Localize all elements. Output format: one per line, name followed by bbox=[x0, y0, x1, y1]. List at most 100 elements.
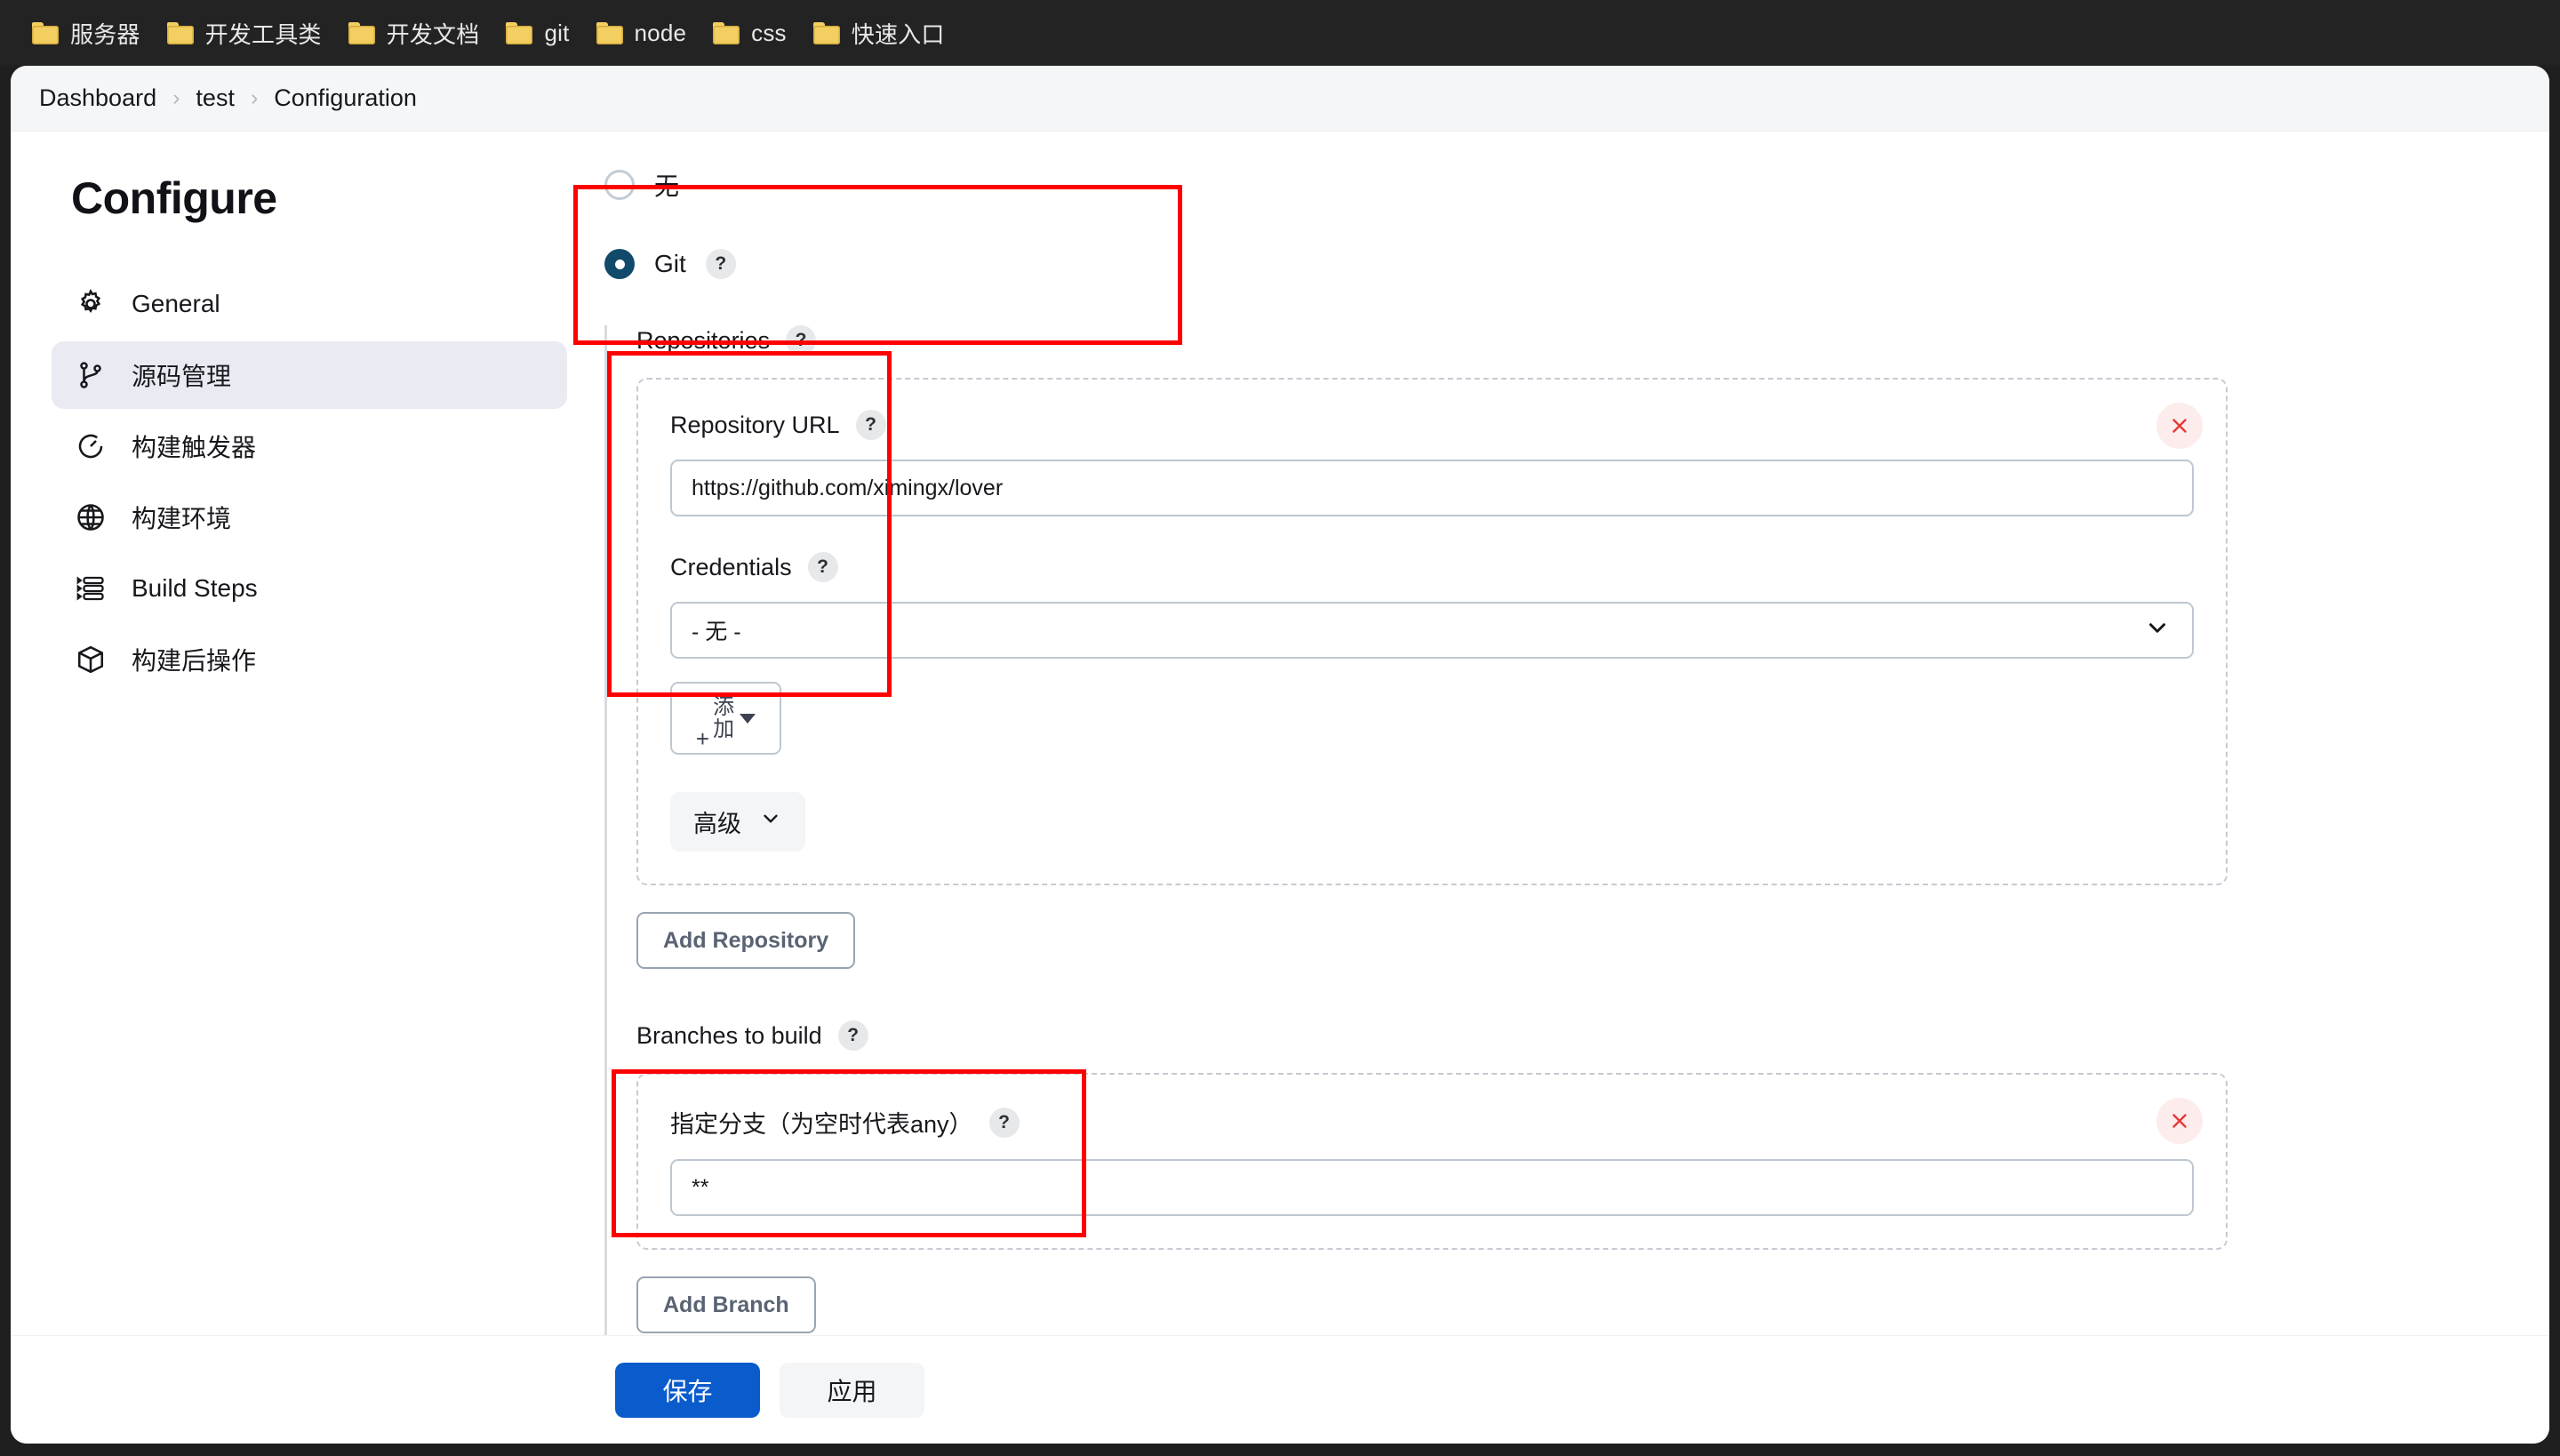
help-icon[interactable]: ? bbox=[808, 552, 838, 582]
radio-button-none[interactable] bbox=[604, 170, 635, 200]
scm-main-panel: 无 Git ? Repositories ? bbox=[580, 132, 2549, 1335]
help-icon[interactable]: ? bbox=[838, 1020, 868, 1051]
add-credential-label: 添 加 bbox=[713, 696, 734, 740]
browser-bookmarks-bar: 服务器 开发工具类 开发文档 git node css 快速入口 bbox=[0, 0, 2560, 66]
clock-icon bbox=[73, 428, 108, 464]
bookmark-label: 开发工具类 bbox=[205, 17, 322, 50]
advanced-toggle-button[interactable]: 高级 bbox=[670, 792, 805, 852]
repository-url-input[interactable] bbox=[670, 460, 2194, 516]
advanced-label: 高级 bbox=[693, 804, 741, 839]
credentials-select-wrap: - 无 - bbox=[670, 602, 2194, 659]
bookmark-label: git bbox=[544, 20, 569, 47]
branch-specifier-input[interactable] bbox=[670, 1159, 2194, 1216]
delete-branch-button[interactable] bbox=[2156, 1098, 2203, 1144]
page-card: Dashboard › test › Configuration Configu… bbox=[11, 66, 2549, 1444]
folder-icon bbox=[596, 22, 623, 44]
git-config-section: Repositories ? Repository URL ? bbox=[604, 325, 2549, 1369]
bookmark-folder[interactable]: 开发工具类 bbox=[155, 12, 336, 55]
add-credential-label-line2: 加 bbox=[713, 718, 734, 740]
add-credential-button[interactable]: + 添 加 bbox=[670, 682, 781, 755]
radio-label-none: 无 bbox=[654, 167, 679, 203]
sidebar-item-label: Build Steps bbox=[132, 574, 258, 603]
folder-icon bbox=[32, 22, 59, 44]
breadcrumb-item-configuration[interactable]: Configuration bbox=[274, 84, 417, 112]
repositories-label: Repositories bbox=[636, 327, 770, 355]
form-footer: 保存 应用 bbox=[11, 1335, 2549, 1444]
credentials-label-row: Credentials ? bbox=[670, 552, 2194, 582]
bookmark-folder[interactable]: 服务器 bbox=[20, 12, 155, 55]
folder-icon bbox=[813, 22, 840, 44]
branch-specifier-label-row: 指定分支（为空时代表any） ? bbox=[670, 1105, 2194, 1140]
add-branch-button[interactable]: Add Branch bbox=[636, 1276, 816, 1333]
sidebar-item-label: 构建触发器 bbox=[132, 428, 256, 464]
sidebar-item-label: General bbox=[132, 290, 220, 318]
branches-label-row: Branches to build ? bbox=[636, 1020, 2549, 1051]
sidebar-item-build-triggers[interactable]: 构建触发器 bbox=[52, 412, 567, 480]
bookmark-label: 服务器 bbox=[70, 17, 140, 50]
repository-url-label-row: Repository URL ? bbox=[670, 410, 2194, 440]
folder-icon bbox=[506, 22, 532, 44]
sidebar-item-general[interactable]: General bbox=[52, 270, 567, 338]
folder-icon bbox=[713, 22, 740, 44]
globe-icon bbox=[73, 500, 108, 535]
apply-button[interactable]: 应用 bbox=[780, 1363, 924, 1418]
source-branch-icon bbox=[73, 357, 108, 393]
bookmark-folder[interactable]: css bbox=[700, 14, 801, 52]
bookmark-folder[interactable]: git bbox=[493, 14, 583, 52]
bookmark-label: node bbox=[635, 20, 687, 47]
chevron-down-icon bbox=[759, 807, 782, 836]
bookmark-folder[interactable]: 开发文档 bbox=[336, 12, 494, 55]
radio-button-git[interactable] bbox=[604, 249, 635, 279]
sidebar-item-label: 源码管理 bbox=[132, 357, 231, 393]
chevron-right-icon: › bbox=[251, 85, 258, 111]
bookmark-label: 快速入口 bbox=[852, 17, 945, 50]
sidebar-item-source-control[interactable]: 源码管理 bbox=[52, 341, 567, 409]
branch-panel: 指定分支（为空时代表any） ? bbox=[636, 1073, 2228, 1250]
help-icon[interactable]: ? bbox=[786, 325, 816, 356]
plus-icon: + bbox=[696, 725, 709, 753]
page-title: Configure bbox=[52, 172, 580, 224]
bookmark-label: css bbox=[751, 20, 787, 47]
folder-icon bbox=[348, 22, 375, 44]
list-steps-icon bbox=[73, 571, 108, 606]
caret-down-icon bbox=[740, 714, 756, 724]
credentials-label: Credentials bbox=[670, 554, 792, 581]
repository-panel: Repository URL ? Credentials ? - 无 - bbox=[636, 378, 2228, 885]
repositories-label-row: Repositories ? bbox=[636, 325, 2549, 356]
branch-specifier-label: 指定分支（为空时代表any） bbox=[670, 1105, 973, 1140]
bookmark-folder[interactable]: 快速入口 bbox=[801, 12, 959, 55]
close-icon bbox=[2168, 1109, 2191, 1132]
breadcrumb: Dashboard › test › Configuration bbox=[11, 66, 2549, 132]
folder-icon bbox=[167, 22, 194, 44]
package-icon bbox=[73, 642, 108, 677]
gear-icon bbox=[73, 286, 108, 322]
help-icon[interactable]: ? bbox=[989, 1108, 1020, 1138]
radio-label-git: Git bbox=[654, 250, 686, 278]
bookmark-folder[interactable]: node bbox=[584, 14, 701, 52]
bookmark-label: 开发文档 bbox=[387, 17, 480, 50]
configure-sidebar: Configure General bbox=[11, 132, 580, 1335]
scm-option-none[interactable]: 无 bbox=[604, 167, 2549, 203]
breadcrumb-item-test[interactable]: test bbox=[196, 84, 235, 112]
chevron-right-icon: › bbox=[172, 85, 180, 111]
scm-option-git[interactable]: Git ? bbox=[604, 249, 2549, 279]
sidebar-item-post-build-actions[interactable]: 构建后操作 bbox=[52, 626, 567, 693]
repository-url-label: Repository URL bbox=[670, 412, 840, 439]
sidebar-item-label: 构建后操作 bbox=[132, 642, 256, 677]
help-icon[interactable]: ? bbox=[706, 249, 736, 279]
credentials-selected-value: - 无 - bbox=[692, 614, 741, 646]
sidebar-item-build-environment[interactable]: 构建环境 bbox=[52, 484, 567, 551]
sidebar-item-label: 构建环境 bbox=[132, 500, 231, 535]
body-split: Configure General bbox=[11, 132, 2549, 1335]
help-icon[interactable]: ? bbox=[856, 410, 886, 440]
content-scroll-area: Configure General bbox=[11, 132, 2549, 1401]
branches-to-build-label: Branches to build bbox=[636, 1022, 822, 1050]
credentials-select[interactable]: - 无 - bbox=[670, 602, 2194, 659]
close-icon bbox=[2168, 414, 2191, 437]
add-repository-button[interactable]: Add Repository bbox=[636, 912, 855, 969]
add-credential-label-line1: 添 bbox=[713, 696, 734, 718]
breadcrumb-item-dashboard[interactable]: Dashboard bbox=[39, 84, 156, 112]
save-button[interactable]: 保存 bbox=[615, 1363, 760, 1418]
sidebar-item-build-steps[interactable]: Build Steps bbox=[52, 555, 567, 622]
delete-repository-button[interactable] bbox=[2156, 403, 2203, 449]
